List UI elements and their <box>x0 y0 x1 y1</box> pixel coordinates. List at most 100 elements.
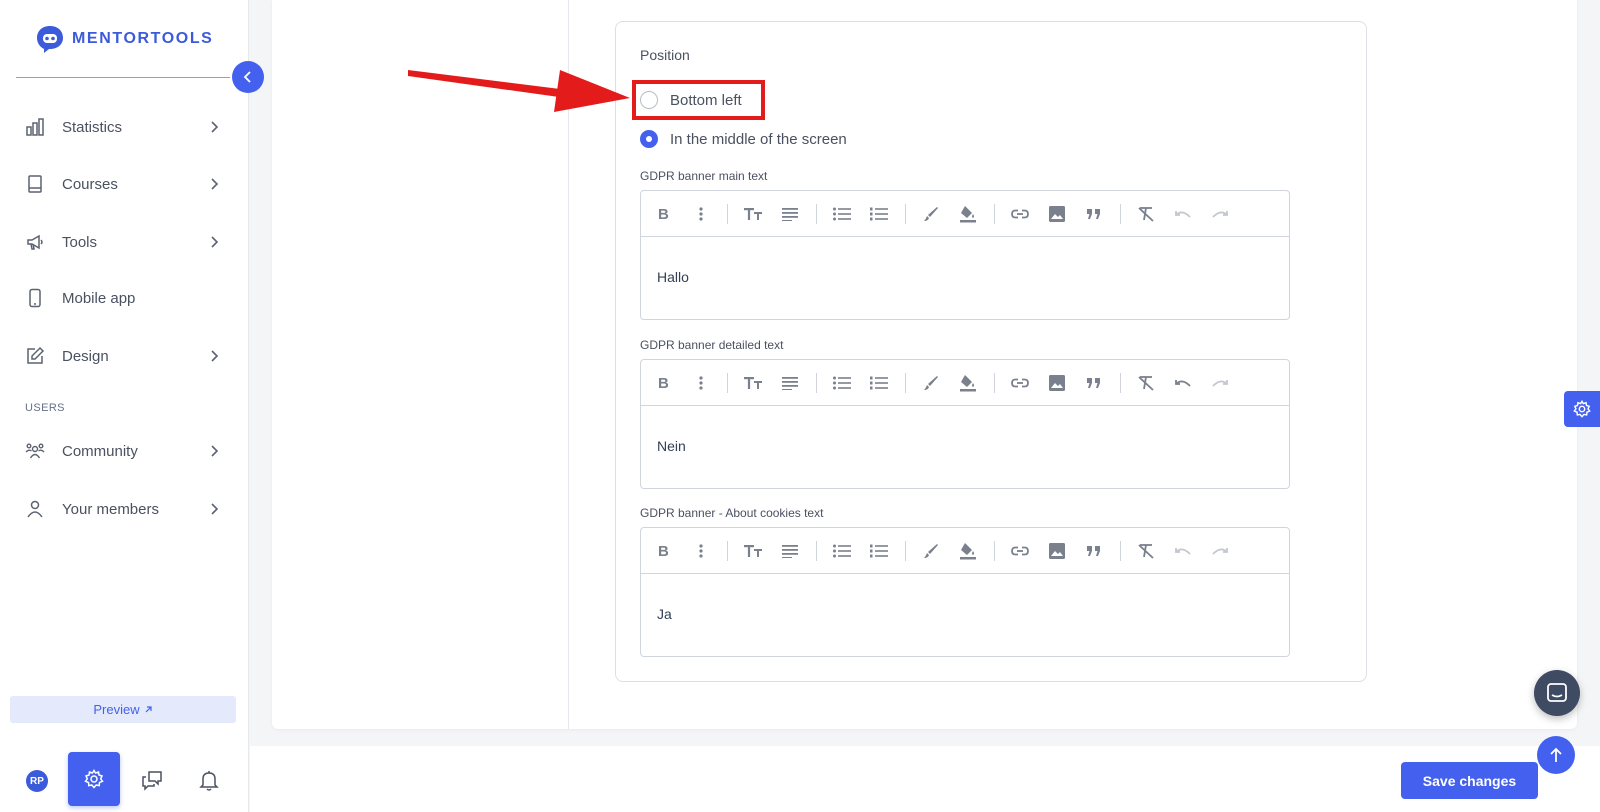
align-icon[interactable] <box>779 372 801 394</box>
text-size-icon[interactable] <box>742 203 764 225</box>
chat-icon <box>1547 683 1567 702</box>
sidebar-item-label: Design <box>62 347 109 365</box>
bold-icon[interactable]: B <box>653 372 675 394</box>
brush-icon[interactable] <box>920 540 942 562</box>
toolbar-separator <box>816 373 817 393</box>
svg-text:B: B <box>658 206 669 222</box>
collapse-sidebar-button[interactable] <box>232 61 264 93</box>
undo-icon[interactable] <box>1172 203 1194 225</box>
toolbar-separator <box>1120 373 1121 393</box>
sidebar-item-tools[interactable]: Tools <box>24 227 222 257</box>
sidebar-item-mobile-app[interactable]: Mobile app <box>24 283 222 313</box>
quote-icon[interactable] <box>1083 203 1105 225</box>
avatar[interactable]: RP <box>26 770 48 792</box>
clear-format-icon[interactable] <box>1135 203 1157 225</box>
editor-content[interactable]: Ja <box>641 574 1289 622</box>
chevron-right-icon <box>206 348 222 364</box>
image-icon[interactable] <box>1046 372 1068 394</box>
align-icon[interactable] <box>779 540 801 562</box>
fill-color-icon[interactable] <box>957 540 979 562</box>
fill-color-icon[interactable] <box>957 372 979 394</box>
clear-format-icon[interactable] <box>1135 540 1157 562</box>
undo-icon[interactable] <box>1172 372 1194 394</box>
robot-logo-icon <box>37 26 63 53</box>
save-changes-button[interactable]: Save changes <box>1401 762 1538 799</box>
brush-icon[interactable] <box>920 203 942 225</box>
logo[interactable]: MENTORTOOLS <box>35 24 213 54</box>
text-size-icon[interactable] <box>742 372 764 394</box>
numbered-list-icon[interactable] <box>868 372 890 394</box>
toolbar-separator <box>1120 204 1121 224</box>
pencil-square-icon <box>24 345 46 367</box>
link-icon[interactable] <box>1009 203 1031 225</box>
more-vertical-icon[interactable] <box>690 540 712 562</box>
brush-icon[interactable] <box>920 372 942 394</box>
numbered-list-icon[interactable] <box>868 203 890 225</box>
radio-middle-screen[interactable]: In the middle of the screen <box>640 128 847 150</box>
redo-icon[interactable] <box>1209 540 1231 562</box>
bold-icon[interactable]: B <box>653 203 675 225</box>
chevron-right-icon <box>206 501 222 517</box>
bold-icon[interactable]: B <box>653 540 675 562</box>
logo-text: MENTORTOOLS <box>72 30 214 47</box>
numbered-list-icon[interactable] <box>868 540 890 562</box>
rich-text-editor-main[interactable]: B Hallo <box>640 190 1290 320</box>
link-icon[interactable] <box>1009 540 1031 562</box>
sidebar-item-courses[interactable]: Courses <box>24 169 222 199</box>
chat-launcher-button[interactable] <box>1534 670 1580 716</box>
gear-icon <box>1573 400 1591 418</box>
more-vertical-icon[interactable] <box>690 203 712 225</box>
scroll-to-top-button[interactable] <box>1537 736 1575 774</box>
chat-bubbles-icon[interactable] <box>140 768 164 792</box>
link-icon[interactable] <box>1009 372 1031 394</box>
bullet-list-icon[interactable] <box>831 540 853 562</box>
footer-bar <box>250 746 1600 812</box>
sidebar: MENTORTOOLS Statistics Courses Tools Mob… <box>0 0 249 812</box>
undo-icon[interactable] <box>1172 540 1194 562</box>
toolbar-separator <box>727 541 728 561</box>
image-icon[interactable] <box>1046 540 1068 562</box>
sidebar-item-label: Courses <box>62 175 118 193</box>
bell-icon[interactable] <box>197 768 221 792</box>
preview-button[interactable]: Preview <box>10 696 236 723</box>
editor-content[interactable]: Nein <box>641 406 1289 454</box>
quote-icon[interactable] <box>1083 540 1105 562</box>
sidebar-item-label: Tools <box>62 233 98 251</box>
radio-button-checked[interactable] <box>640 130 658 148</box>
redo-icon[interactable] <box>1209 372 1231 394</box>
sidebar-item-your-members[interactable]: Your members <box>24 494 222 524</box>
clear-format-icon[interactable] <box>1135 372 1157 394</box>
radio-label: In the middle of the screen <box>670 130 847 148</box>
chevron-right-icon <box>206 119 222 135</box>
toolbar-separator <box>905 541 906 561</box>
fill-color-icon[interactable] <box>957 203 979 225</box>
toolbar-separator <box>816 204 817 224</box>
bullet-list-icon[interactable] <box>831 372 853 394</box>
more-vertical-icon[interactable] <box>690 372 712 394</box>
book-icon <box>24 173 46 195</box>
settings-drawer-button[interactable] <box>1564 391 1600 427</box>
editor-label-about-cookies: GDPR banner - About cookies text <box>640 506 824 520</box>
rich-text-editor-about-cookies[interactable]: B Ja <box>640 527 1290 657</box>
sidebar-item-community[interactable]: Community <box>24 436 222 466</box>
chevron-right-icon <box>206 443 222 459</box>
sidebar-item-statistics[interactable]: Statistics <box>24 112 222 142</box>
redo-icon[interactable] <box>1209 203 1231 225</box>
bar-chart-icon <box>24 116 46 138</box>
sidebar-item-design[interactable]: Design <box>24 341 222 371</box>
rich-text-editor-detailed[interactable]: B Nein <box>640 359 1290 489</box>
svg-text:B: B <box>658 543 669 559</box>
position-label: Position <box>640 47 690 63</box>
toolbar-separator <box>1120 541 1121 561</box>
quote-icon[interactable] <box>1083 372 1105 394</box>
toolbar-separator <box>905 373 906 393</box>
image-icon[interactable] <box>1046 203 1068 225</box>
bullet-list-icon[interactable] <box>831 203 853 225</box>
section-label-users: USERS <box>25 402 65 414</box>
text-size-icon[interactable] <box>742 540 764 562</box>
align-icon[interactable] <box>779 203 801 225</box>
editor-content[interactable]: Hallo <box>641 237 1289 285</box>
settings-button[interactable] <box>68 752 120 806</box>
toolbar-separator <box>994 373 995 393</box>
sidebar-item-label: Your members <box>62 500 159 518</box>
